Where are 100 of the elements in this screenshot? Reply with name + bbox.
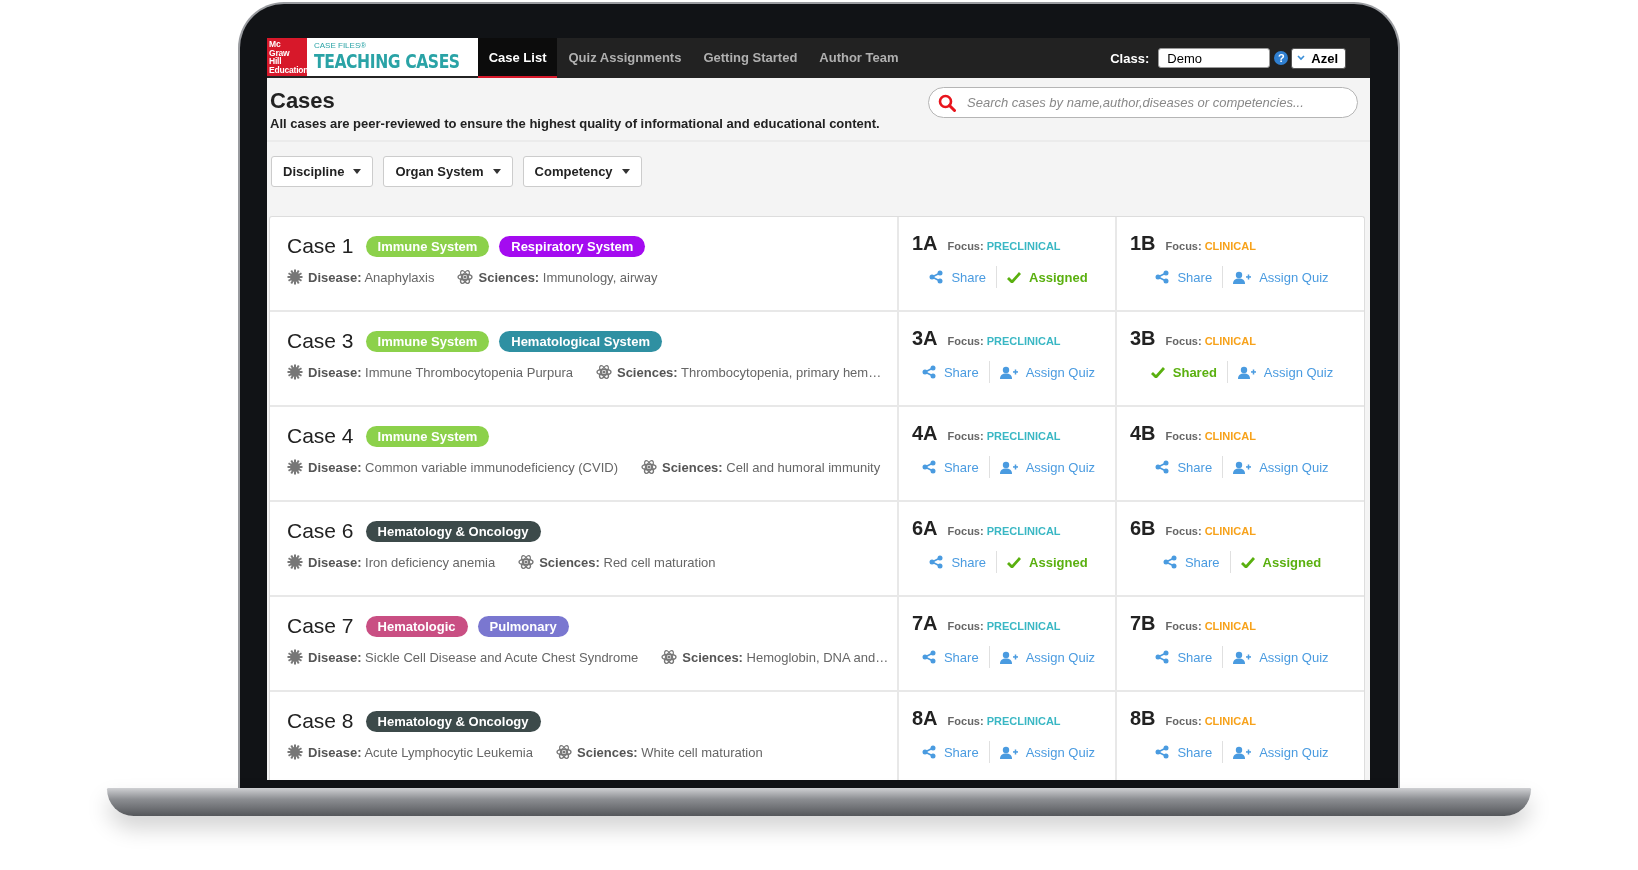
assign-quiz-link[interactable]: Assign Quiz bbox=[1233, 744, 1329, 760]
filter-dropdown[interactable]: Competency bbox=[522, 156, 642, 187]
focus-label: Focus: bbox=[947, 715, 984, 727]
category-tag: Hematology & Oncology bbox=[365, 520, 541, 542]
part-code: 7A bbox=[912, 612, 938, 635]
caret-icon bbox=[353, 169, 362, 174]
focus-value: CLINICAL bbox=[1204, 240, 1256, 252]
assign-quiz-link[interactable]: Assign Quiz bbox=[999, 744, 1096, 760]
check-icon bbox=[1150, 366, 1165, 378]
user-menu-button[interactable]: Azel bbox=[1291, 47, 1346, 69]
focus-value: CLINICAL bbox=[1204, 430, 1256, 442]
caret-icon bbox=[492, 169, 501, 174]
category-tag: Immune System bbox=[365, 330, 490, 352]
share-icon bbox=[1155, 650, 1170, 664]
search-icon bbox=[938, 94, 956, 112]
add-user-icon bbox=[1233, 460, 1252, 474]
logo-subtitle: CASE FILES® bbox=[314, 41, 368, 50]
share-icon bbox=[1162, 555, 1177, 569]
nav-tab[interactable]: Quiz Assignments bbox=[557, 38, 693, 78]
focus-label: Focus: bbox=[947, 430, 984, 442]
search-field[interactable]: Search cases by name,author,diseases or competencies... bbox=[928, 87, 1358, 118]
gear-icon bbox=[287, 744, 303, 760]
assign-quiz-link[interactable]: Assign Quiz bbox=[999, 364, 1096, 380]
share-icon bbox=[1155, 270, 1170, 284]
nav-tab[interactable]: Getting Started bbox=[692, 38, 809, 78]
share-link[interactable]: Share bbox=[1162, 554, 1220, 570]
sciences-text: Sciences: White cell maturation bbox=[577, 744, 763, 760]
nav-tab[interactable]: Case List bbox=[477, 38, 558, 78]
check-icon bbox=[1007, 556, 1022, 568]
part-code: 7B bbox=[1130, 612, 1156, 635]
filter-dropdown[interactable]: Discipline bbox=[271, 156, 374, 187]
nav-tab[interactable]: Author Team bbox=[808, 38, 910, 78]
case-title: Case 3 bbox=[287, 329, 354, 353]
focus-value: PRECLINICAL bbox=[986, 335, 1061, 347]
category-tag: Hematology & Oncology bbox=[365, 710, 541, 732]
assigned-status: Assigned bbox=[1240, 554, 1322, 570]
share-icon bbox=[921, 460, 936, 474]
share-link[interactable]: Share bbox=[921, 744, 979, 760]
atom-icon bbox=[661, 649, 678, 665]
assign-quiz-link[interactable]: Assign Quiz bbox=[1233, 459, 1329, 475]
sciences-text: Sciences: Hemoglobin, DNA and… bbox=[682, 649, 889, 665]
share-link[interactable]: Share bbox=[1155, 744, 1213, 760]
category-tag: Respiratory System bbox=[499, 235, 646, 257]
share-link[interactable]: Share bbox=[921, 459, 979, 475]
assign-quiz-link[interactable]: Assign Quiz bbox=[1233, 649, 1329, 665]
category-tag: Immune System bbox=[365, 425, 490, 447]
page-description: All cases are peer-reviewed to ensure the highest quality of informational and educational content. bbox=[270, 116, 880, 131]
focus-value: PRECLINICAL bbox=[986, 240, 1061, 252]
focus-label: Focus: bbox=[1165, 335, 1202, 347]
atom-icon bbox=[595, 364, 612, 380]
share-link[interactable]: Share bbox=[1155, 459, 1213, 475]
share-icon bbox=[929, 270, 944, 284]
share-link[interactable]: Share bbox=[929, 554, 987, 570]
assign-quiz-link[interactable]: Assign Quiz bbox=[1233, 269, 1329, 285]
filter-dropdown[interactable]: Organ System bbox=[383, 156, 513, 187]
gear-icon bbox=[287, 649, 303, 665]
atom-icon bbox=[556, 744, 572, 760]
share-link[interactable]: Share bbox=[1155, 649, 1213, 665]
focus-value: CLINICAL bbox=[1204, 335, 1256, 347]
help-icon[interactable]: ? bbox=[1274, 51, 1289, 65]
add-user-icon bbox=[999, 460, 1018, 474]
share-icon bbox=[1155, 745, 1170, 759]
category-tag: Hematologic bbox=[365, 615, 468, 637]
category-tag: Hematological System bbox=[499, 330, 662, 352]
focus-value: PRECLINICAL bbox=[986, 525, 1061, 537]
part-code: 1A bbox=[912, 232, 938, 255]
part-code: 1B bbox=[1130, 232, 1156, 255]
share-link[interactable]: Share bbox=[921, 364, 979, 380]
add-user-icon bbox=[999, 745, 1018, 759]
share-icon bbox=[921, 365, 936, 379]
case-title: Case 7 bbox=[287, 614, 354, 638]
page-title: Cases bbox=[270, 88, 336, 114]
chevron-down-icon bbox=[1297, 55, 1306, 61]
class-field[interactable]: Demo bbox=[1158, 48, 1271, 68]
add-user-icon bbox=[1233, 745, 1252, 759]
assign-quiz-link[interactable]: Assign Quiz bbox=[999, 459, 1096, 475]
disease-text: Disease: Iron deficiency anemia bbox=[308, 554, 496, 570]
atom-icon bbox=[457, 269, 474, 285]
check-icon bbox=[1007, 271, 1022, 283]
caret-icon bbox=[621, 169, 630, 174]
share-link[interactable]: Share bbox=[1155, 269, 1213, 285]
class-label: Class: bbox=[1110, 50, 1150, 66]
sciences-text: Sciences: Red cell maturation bbox=[539, 554, 716, 570]
sciences-text: Sciences: Thrombocytopenia, primary hem… bbox=[616, 364, 882, 380]
disease-text: Disease: Acute Lymphocytic Leukemia bbox=[308, 744, 533, 760]
focus-value: PRECLINICAL bbox=[986, 430, 1061, 442]
add-user-icon bbox=[999, 365, 1018, 379]
add-user-icon bbox=[1233, 650, 1252, 664]
focus-label: Focus: bbox=[1165, 620, 1202, 632]
focus-label: Focus: bbox=[947, 620, 984, 632]
share-icon bbox=[929, 555, 944, 569]
assign-quiz-link[interactable]: Assign Quiz bbox=[1237, 364, 1334, 380]
disease-text: Disease: Anaphylaxis bbox=[308, 269, 435, 285]
assign-quiz-link[interactable]: Assign Quiz bbox=[999, 649, 1096, 665]
disease-text: Disease: Common variable immunodeficiency (CVID) bbox=[308, 459, 618, 475]
share-link[interactable]: Share bbox=[921, 649, 979, 665]
logo-title: TEACHING CASES bbox=[314, 50, 460, 72]
gear-icon bbox=[287, 459, 303, 475]
disease-text: Disease: Sickle Cell Disease and Acute Chest Syndrome bbox=[308, 649, 639, 665]
share-link[interactable]: Share bbox=[929, 269, 987, 285]
